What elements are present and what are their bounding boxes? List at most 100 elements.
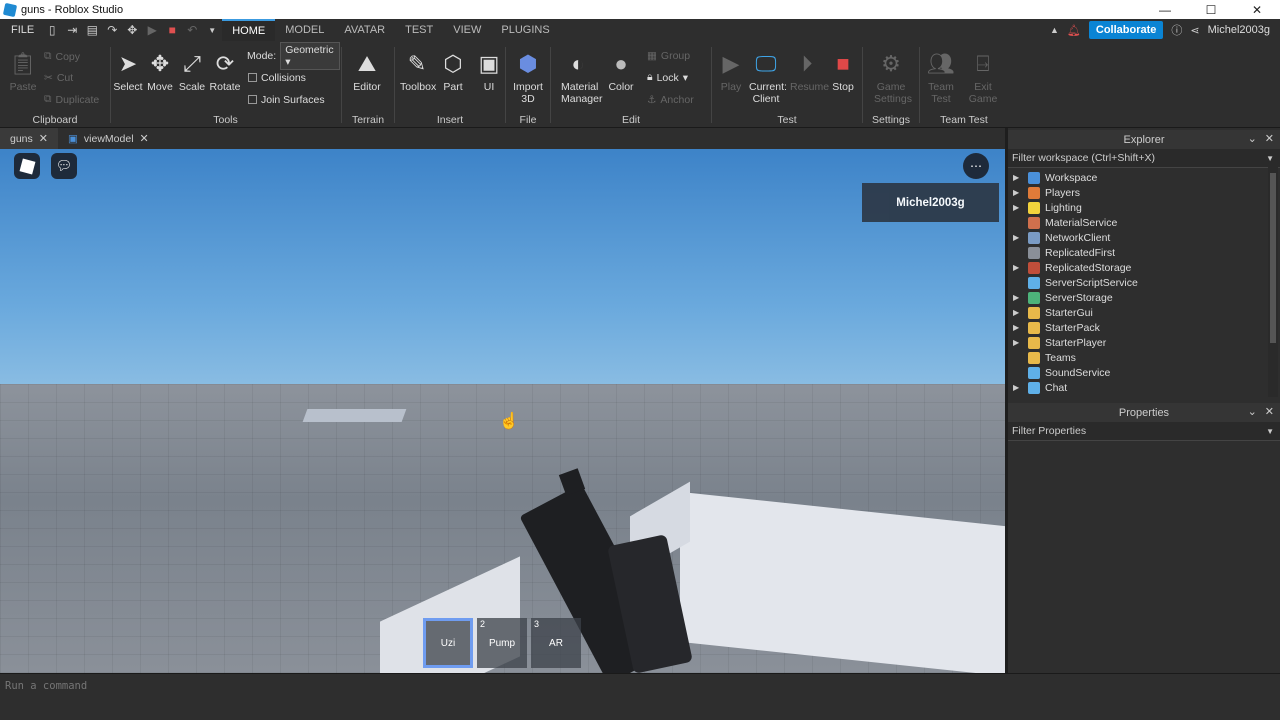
expand-arrow-icon[interactable]: ▶ <box>1008 203 1022 212</box>
save-icon[interactable]: ▤ <box>82 19 102 41</box>
panel-close-icon[interactable]: ✕ <box>1265 405 1274 418</box>
material-manager-button[interactable]: ◐ Material Manager <box>561 49 602 105</box>
toolbox-button[interactable]: ✎ Toolbox <box>400 49 436 93</box>
file-menu[interactable]: FILE <box>0 24 42 36</box>
play-icon[interactable]: ▶ <box>142 19 162 41</box>
expand-arrow-icon[interactable]: ▶ <box>1008 263 1022 272</box>
chevron-up-icon[interactable]: ▲ <box>1050 25 1059 35</box>
redo-icon[interactable]: ↷ <box>102 19 122 41</box>
tab-view[interactable]: VIEW <box>443 19 491 41</box>
paste-button[interactable]: 📋︎ Paste <box>6 49 40 93</box>
current-client-button[interactable]: 🖵︎ Current: Client <box>749 49 787 105</box>
tab-plugins[interactable]: PLUGINS <box>491 19 559 41</box>
game-settings-button[interactable]: ⚙ Game Settings <box>874 49 912 105</box>
color-button[interactable]: ● Color <box>604 49 638 93</box>
part-button[interactable]: ⬡ Part <box>436 49 470 93</box>
doc-tab-viewmodel[interactable]: ▣ viewModel ✕ <box>58 128 159 149</box>
team-test-icon: 👥︎ <box>927 51 955 76</box>
more-options-icon[interactable]: ⋯ <box>963 153 989 179</box>
player-list-name[interactable]: Michel2003g <box>862 183 999 222</box>
chat-icon[interactable]: 💬︎ <box>51 153 77 179</box>
resume-button[interactable]: ⏵︎ Resume <box>790 49 829 93</box>
tab-home[interactable]: HOME <box>222 19 276 41</box>
mode-selector[interactable]: Mode: Geometric ▾ <box>247 41 340 70</box>
expand-arrow-icon[interactable]: ▶ <box>1008 383 1022 392</box>
expand-arrow-icon[interactable]: ▶ <box>1008 173 1022 182</box>
panel-dropdown-icon[interactable]: ⌄ <box>1248 405 1257 418</box>
expand-arrow-icon[interactable]: ▶ <box>1008 188 1022 197</box>
quick-access-dropdown-icon[interactable]: ▼ <box>202 19 222 41</box>
notification-bell-icon[interactable]: 🔔︎ <box>1067 24 1081 37</box>
panel-close-icon[interactable]: ✕ <box>1265 132 1274 145</box>
stop-icon[interactable]: ■ <box>162 19 182 41</box>
tab-avatar[interactable]: AVATAR <box>334 19 395 41</box>
new-file-icon[interactable]: ▯ <box>42 19 62 41</box>
copy-button[interactable]: ⧉ Copy <box>44 48 80 65</box>
maximize-button[interactable]: ☐ <box>1188 0 1234 19</box>
material-icon: ◐ <box>571 51 585 76</box>
explorer-item[interactable]: ▶ ReplicatedStorage <box>1008 260 1280 275</box>
explorer-scrollbar[interactable] <box>1268 167 1278 397</box>
explorer-item[interactable]: ▶ StarterGui <box>1008 305 1280 320</box>
collisions-checkbox[interactable]: Collisions <box>248 69 306 86</box>
lock-button[interactable]: 🔒︎ Lock ▾ <box>647 69 688 86</box>
expand-arrow-icon[interactable]: ▶ <box>1008 323 1022 332</box>
minimize-button[interactable]: — <box>1142 0 1188 19</box>
explorer-item[interactable]: MaterialService <box>1008 215 1280 230</box>
exit-game-button[interactable]: ⍈ Exit Game <box>966 49 1000 105</box>
move-tool-icon[interactable]: ✥ <box>122 19 142 41</box>
hotbar-slot-uzi[interactable]: Uzi <box>423 618 473 668</box>
close-tab-icon[interactable]: ✕ <box>140 132 149 145</box>
game-viewport[interactable]: 💬︎ ⋯ Michel2003g ☝ Uzi 2 Pump 3 AR <box>0 149 1005 673</box>
cut-button[interactable]: ✂ Cut <box>44 69 73 86</box>
explorer-item[interactable]: Teams <box>1008 350 1280 365</box>
close-tab-icon[interactable]: ✕ <box>39 132 48 145</box>
hotbar-slot-ar[interactable]: 3 AR <box>531 618 581 668</box>
explorer-item[interactable]: ReplicatedFirst <box>1008 245 1280 260</box>
explorer-item[interactable]: ▶ ServerStorage <box>1008 290 1280 305</box>
expand-arrow-icon[interactable]: ▶ <box>1008 308 1022 317</box>
select-button[interactable]: ➤ Select <box>111 49 145 93</box>
move-button[interactable]: ✥ Move <box>143 49 177 93</box>
duplicate-button[interactable]: ⧉ Duplicate <box>44 91 99 108</box>
explorer-item[interactable]: ▶ Players <box>1008 185 1280 200</box>
explorer-filter-input[interactable]: Filter workspace (Ctrl+Shift+X) ▼ <box>1008 149 1280 168</box>
tab-model[interactable]: MODEL <box>275 19 334 41</box>
explorer-item[interactable]: ▶ NetworkClient <box>1008 230 1280 245</box>
import-3d-button[interactable]: ⬢ Import 3D <box>511 49 545 105</box>
explorer-item[interactable]: ▶ Lighting <box>1008 200 1280 215</box>
team-test-button[interactable]: 👥︎ Team Test <box>924 49 958 105</box>
panel-dropdown-icon[interactable]: ⌄ <box>1248 132 1257 145</box>
undo-icon[interactable]: ↶ <box>182 19 202 41</box>
scale-button[interactable]: ⤢ Scale <box>175 49 209 93</box>
explorer-item[interactable]: ▶ Chat <box>1008 380 1280 395</box>
explorer-item[interactable]: ▶ Workspace <box>1008 170 1280 185</box>
explorer-item[interactable]: ▶ StarterPlayer <box>1008 335 1280 350</box>
collaborate-button[interactable]: Collaborate <box>1088 21 1164 39</box>
close-button[interactable]: ✕ <box>1234 0 1280 19</box>
join-surfaces-checkbox[interactable]: Join Surfaces <box>248 91 325 108</box>
stop-button[interactable]: ■ Stop <box>826 49 860 93</box>
command-input[interactable] <box>5 678 1275 694</box>
tab-test[interactable]: TEST <box>395 19 443 41</box>
terrain-editor-button[interactable]: ⛰ Editor <box>350 49 384 93</box>
expand-arrow-icon[interactable]: ▶ <box>1008 293 1022 302</box>
help-icon[interactable]: ⓘ <box>1171 22 1182 38</box>
play-button[interactable]: ▶ Play <box>714 49 748 93</box>
explorer-item[interactable]: SoundService <box>1008 365 1280 380</box>
expand-arrow-icon[interactable]: ▶ <box>1008 233 1022 242</box>
explorer-item[interactable]: ▶ StarterPack <box>1008 320 1280 335</box>
share-icon[interactable]: ⋖ <box>1190 24 1199 37</box>
doc-tab-guns[interactable]: guns ✕ <box>0 128 58 149</box>
anchor-button[interactable]: ⚓︎ Anchor <box>647 91 694 108</box>
group-button[interactable]: ▦ Group <box>647 47 690 64</box>
properties-filter-input[interactable]: Filter Properties ▼ <box>1008 422 1280 441</box>
rotate-button[interactable]: ⟳ Rotate <box>208 49 242 93</box>
roblox-menu-icon[interactable] <box>14 153 40 179</box>
expand-arrow-icon[interactable]: ▶ <box>1008 338 1022 347</box>
open-file-icon[interactable]: ⇥ <box>62 19 82 41</box>
ui-button[interactable]: ▣ UI <box>472 49 506 93</box>
hotbar-slot-pump[interactable]: 2 Pump <box>477 618 527 668</box>
username[interactable]: Michel2003g <box>1208 24 1270 36</box>
explorer-item[interactable]: ServerScriptService <box>1008 275 1280 290</box>
